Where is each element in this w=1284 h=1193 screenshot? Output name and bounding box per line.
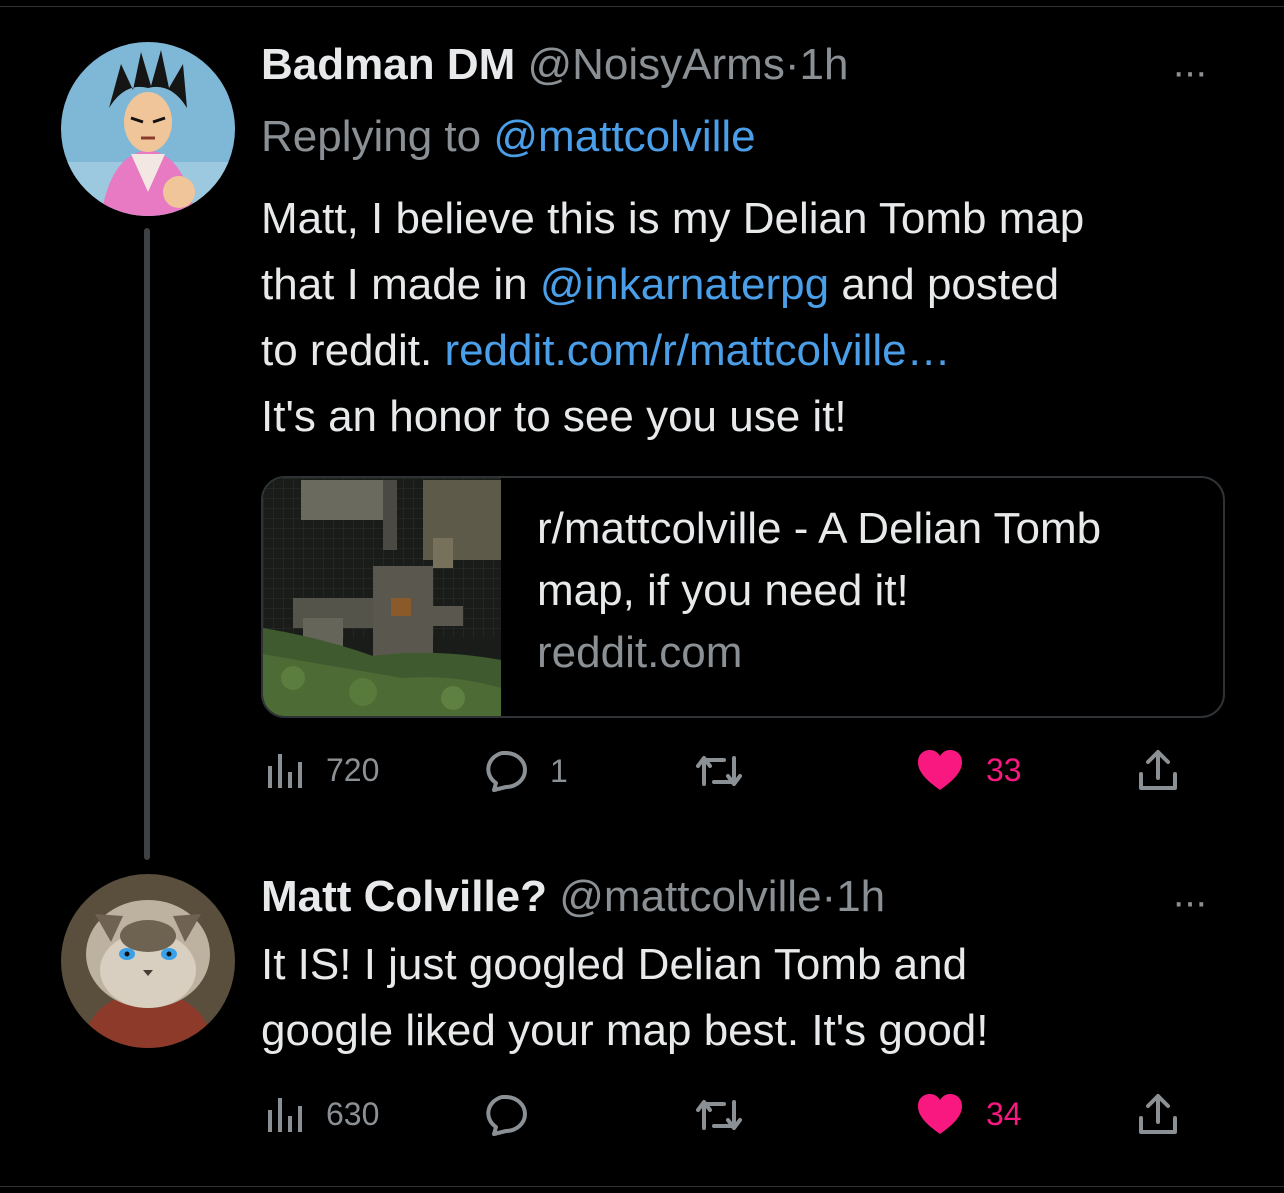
body-line: Matt, I believe this is my Delian Tomb m…: [261, 194, 1085, 243]
share-icon: [1139, 750, 1177, 790]
views-icon: [268, 754, 302, 788]
retweet-icon: [696, 756, 742, 786]
body-text: to reddit.: [261, 326, 445, 375]
more-options-icon[interactable]: ···: [1172, 880, 1208, 925]
author-name[interactable]: Matt Colville?: [261, 872, 547, 921]
retweet-action[interactable]: [694, 1096, 766, 1134]
avatar-image: [61, 42, 235, 216]
timestamp[interactable]: 1h: [836, 872, 885, 921]
tweet2-body: It IS! I just googled Delian Tomb and go…: [261, 932, 1251, 1064]
thread-line: [144, 228, 150, 860]
reply-action[interactable]: [480, 1094, 550, 1136]
card-title: r/mattcolville - A Delian Tomb map, if y…: [537, 504, 1102, 615]
body-text: that I made in: [261, 260, 540, 309]
body-line: It IS! I just googled Delian Tomb and: [261, 940, 968, 989]
author-name[interactable]: Badman DM: [261, 40, 515, 89]
reply-count: 1: [550, 752, 568, 789]
like-action[interactable]: 34: [916, 1092, 1022, 1136]
tweet2-header: Matt Colville? @mattcolville·1h: [261, 872, 885, 922]
map-thumbnail: [263, 478, 501, 716]
replying-to: Replying to @mattcolville: [261, 112, 756, 162]
views-count: 630: [326, 1095, 380, 1132]
body-line: It's an honor to see you use it!: [261, 392, 847, 441]
top-divider: [0, 6, 1284, 7]
body-line: that I made in @inkarnaterpg and posted: [261, 252, 1251, 318]
like-count: 34: [986, 1095, 1022, 1132]
avatar-image: [61, 874, 235, 1048]
heart-icon: [918, 750, 962, 790]
url-link[interactable]: reddit.com/r/mattcolville…: [444, 326, 950, 375]
bottom-divider: [0, 1186, 1284, 1187]
share-icon: [1139, 1094, 1177, 1134]
more-options-icon[interactable]: ···: [1172, 50, 1208, 95]
body-line: google liked your map best. It's good!: [261, 1006, 989, 1055]
reply-icon: [486, 1095, 527, 1136]
card-domain: reddit.com: [537, 628, 743, 677]
reply-icon: [486, 751, 527, 792]
like-count: 33: [986, 751, 1022, 788]
share-action[interactable]: [1138, 1092, 1178, 1136]
author-handle[interactable]: @mattcolville: [559, 872, 821, 921]
share-action[interactable]: [1138, 748, 1178, 792]
views-icon: [268, 1098, 302, 1132]
replying-prefix: Replying to: [261, 112, 482, 161]
reply-action[interactable]: 1: [480, 750, 568, 792]
body-line: to reddit. reddit.com/r/mattcolville…: [261, 318, 1251, 384]
replying-handle-link[interactable]: @mattcolville: [493, 112, 755, 161]
timestamp[interactable]: 1h: [799, 40, 848, 89]
heart-icon: [918, 1094, 962, 1134]
separator-dot: ·: [821, 872, 837, 921]
mention-link[interactable]: @inkarnaterpg: [540, 260, 829, 309]
views-action[interactable]: 630: [266, 1094, 379, 1134]
views-action[interactable]: 720: [266, 750, 379, 790]
avatar-matt-colville[interactable]: [61, 874, 235, 1048]
author-handle[interactable]: @NoisyArms: [527, 40, 784, 89]
separator-dot: ·: [784, 40, 800, 89]
link-preview-card[interactable]: r/mattcolville - A Delian Tomb map, if y…: [261, 476, 1225, 718]
views-count: 720: [326, 751, 380, 788]
like-action[interactable]: 33: [916, 748, 1022, 792]
body-text: and posted: [829, 260, 1060, 309]
tweet1-header: Badman DM @NoisyArms·1h: [261, 40, 848, 90]
retweet-icon: [696, 1100, 742, 1130]
retweet-action[interactable]: [694, 752, 766, 790]
avatar-badman-dm[interactable]: [61, 42, 235, 216]
tweet1-body: Matt, I believe this is my Delian Tomb m…: [261, 186, 1251, 450]
